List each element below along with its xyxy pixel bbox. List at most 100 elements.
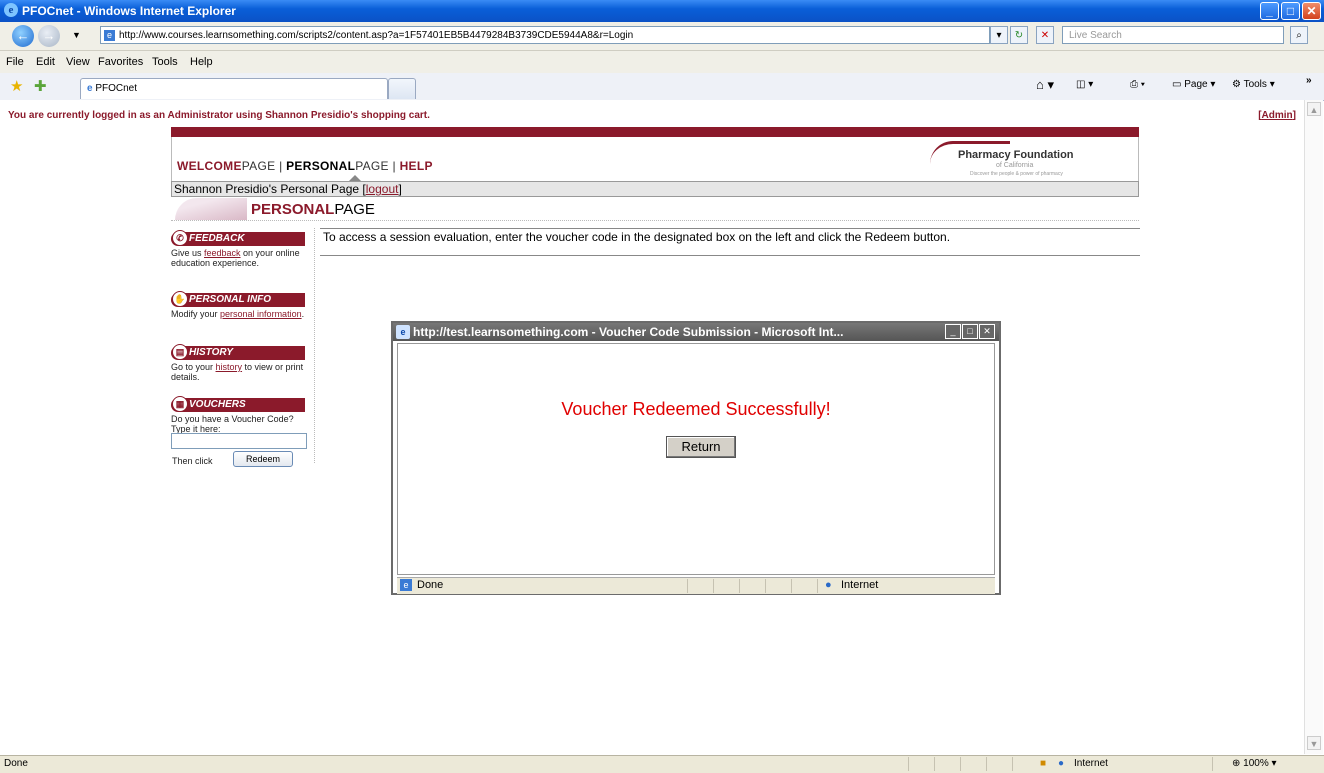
page-menu[interactable]: ▭ Page ▾ xyxy=(1172,79,1215,90)
voucher-popup-window: e http://test.learnsomething.com - Vouch… xyxy=(391,321,1001,595)
book-icon: ▤ xyxy=(172,344,188,360)
popup-status-bar: e Done ● Internet xyxy=(397,577,995,594)
favorites-star-icon[interactable]: ★ xyxy=(10,77,23,95)
feedback-text: Give us feedback on your online educatio… xyxy=(171,248,305,268)
tab-bar: ★ ✚ e PFOCnet ⌂ ▾ ◫ ▾ ⎙ ▾ ▭ Page ▾ ⚙ Too… xyxy=(0,73,1324,101)
personal-info-link[interactable]: personal information xyxy=(220,309,302,319)
sidebar-history: ▤ HISTORY Go to your history to view or p… xyxy=(171,344,305,382)
redeem-button[interactable]: Redeem xyxy=(233,451,293,467)
maximize-button[interactable]: □ xyxy=(1281,2,1300,20)
then-click-label: Then click xyxy=(172,456,213,466)
vouchers-title: VOUCHERS xyxy=(189,399,246,410)
tab-pfocnet[interactable]: e PFOCnet xyxy=(80,78,388,99)
menu-view[interactable]: View xyxy=(66,56,90,68)
pharmacy-foundation-logo: Pharmacy Foundation of California Discov… xyxy=(928,141,1098,177)
logo-tagline: Discover the people & power of pharmacy xyxy=(970,171,1063,177)
search-icon[interactable]: ⌕ xyxy=(1290,26,1308,44)
nav-personal-light: PAGE xyxy=(355,159,389,173)
popup-titlebar: e http://test.learnsomething.com - Vouch… xyxy=(393,323,999,341)
personal-info-header: ✋ PERSONAL INFO xyxy=(171,291,305,307)
admin-link-wrap: [Admin] xyxy=(1258,110,1296,121)
history-header: ▤ HISTORY xyxy=(171,344,305,360)
return-button[interactable]: Return xyxy=(666,436,736,458)
scroll-up-icon[interactable]: ▲ xyxy=(1307,102,1321,116)
feedback-title: FEEDBACK xyxy=(189,233,245,244)
feedback-icon: ✆ xyxy=(172,230,188,246)
page-title-light: PAGE xyxy=(334,201,375,218)
personal-info-pre: Modify your xyxy=(171,309,221,319)
history-dropdown-icon[interactable]: ▼ xyxy=(72,30,81,40)
sidebar-personal-info: ✋ PERSONAL INFO Modify your personal info… xyxy=(171,291,305,319)
admin-notice-bar: You are currently logged in as an Admini… xyxy=(0,100,1304,126)
popup-status-zone: Internet xyxy=(841,579,879,591)
history-pre: Go to your xyxy=(171,362,216,372)
refresh-icon[interactable]: ↻ xyxy=(1010,26,1028,44)
close-button[interactable]: ✕ xyxy=(1302,2,1321,20)
address-dropdown-icon[interactable]: ▾ xyxy=(990,26,1008,44)
menu-edit[interactable]: Edit xyxy=(36,56,55,68)
feedback-link[interactable]: feedback xyxy=(204,248,241,258)
nav-separator: | xyxy=(279,159,283,173)
popup-title: http://test.learnsomething.com - Voucher… xyxy=(413,325,844,339)
window-titlebar: e PFOCnet - Windows Internet Explorer _ … xyxy=(0,0,1324,22)
forward-button[interactable]: → xyxy=(38,25,60,47)
page-scrollbar[interactable]: ▲ ▼ xyxy=(1304,100,1323,754)
hand-icon: ✋ xyxy=(172,291,188,307)
admin-message: You are currently logged in as an Admini… xyxy=(8,110,430,121)
print-icon[interactable]: ⎙ ▾ xyxy=(1130,79,1145,90)
address-toolbar: ← → ▼ e http://www.courses.learnsomethin… xyxy=(0,22,1324,51)
popup-status-done: Done xyxy=(417,579,444,591)
new-tab-button[interactable] xyxy=(388,78,416,99)
add-favorite-icon[interactable]: ✚ xyxy=(34,77,47,95)
menu-favorites[interactable]: Favorites xyxy=(98,56,143,68)
ie-icon: e xyxy=(4,3,18,17)
address-input[interactable]: e http://www.courses.learnsomething.com/… xyxy=(100,26,990,44)
user-bar-text: Shannon Presidio's Personal Page [ xyxy=(174,182,366,196)
instructions-text: To access a session evaluation, enter th… xyxy=(320,228,1140,256)
tools-menu[interactable]: ⚙ Tools ▾ xyxy=(1232,79,1275,90)
feeds-icon[interactable]: ◫ ▾ xyxy=(1076,79,1093,90)
feedback-pre: Give us xyxy=(171,248,205,258)
logo-name: Pharmacy Foundation xyxy=(958,149,1074,161)
page-menu-label: Page xyxy=(1184,79,1208,90)
tab-label: PFOCnet xyxy=(95,83,138,94)
personal-info-text: Modify your personal information. xyxy=(171,309,305,319)
sidebar-vouchers: ▦ VOUCHERS Do you have a Voucher Code? Ty… xyxy=(171,396,305,434)
admin-link[interactable]: Admin xyxy=(1262,110,1293,121)
minimize-button[interactable]: _ xyxy=(1260,2,1279,20)
menu-bar: File Edit View Favorites Tools Help xyxy=(0,51,1324,74)
popup-minimize-button[interactable]: _ xyxy=(945,324,961,339)
nav-welcome-page[interactable]: WELCOMEPAGE xyxy=(177,159,275,173)
sidebar-divider xyxy=(314,228,315,463)
personal-info-title: PERSONAL INFO xyxy=(189,294,272,305)
popup-globe-icon: ● xyxy=(825,579,832,591)
vouchers-text: Do you have a Voucher Code? Type it here… xyxy=(171,414,294,434)
search-input[interactable]: Live Search xyxy=(1062,26,1284,44)
scroll-down-icon[interactable]: ▼ xyxy=(1307,736,1321,750)
history-title: HISTORY xyxy=(189,347,234,358)
stop-icon[interactable]: ✕ xyxy=(1036,26,1054,44)
zoom-control[interactable]: ⊕ 100% ▾ xyxy=(1232,756,1277,772)
popup-page-icon: e xyxy=(400,579,412,591)
popup-blocker-icon[interactable]: ■ xyxy=(1040,756,1046,772)
history-text: Go to your history to view or print deta… xyxy=(171,362,305,382)
page-icon: e xyxy=(104,30,115,41)
voucher-code-input[interactable] xyxy=(171,433,307,449)
history-link[interactable]: history xyxy=(216,362,243,372)
popup-close-button[interactable]: ✕ xyxy=(979,324,995,339)
menu-tools[interactable]: Tools xyxy=(152,56,178,68)
menu-help[interactable]: Help xyxy=(190,56,213,68)
status-bar: Done ■ ● Internet ⊕ 100% ▾ xyxy=(0,755,1324,773)
toolbar-overflow-icon[interactable]: » xyxy=(1306,75,1312,86)
menu-file[interactable]: File xyxy=(6,56,24,68)
back-button[interactable]: ← xyxy=(12,25,34,47)
nav-help[interactable]: HELP xyxy=(400,159,433,173)
popup-maximize-button[interactable]: □ xyxy=(962,324,978,339)
home-icon[interactable]: ⌂ ▾ xyxy=(1036,77,1054,93)
vouchers-header: ▦ VOUCHERS xyxy=(171,396,305,412)
status-zone: Internet xyxy=(1074,758,1108,769)
nav-personal-page[interactable]: PERSONALPAGE xyxy=(286,159,389,173)
personal-info-post: . xyxy=(301,309,305,319)
logout-link[interactable]: logout xyxy=(366,182,399,196)
page-heading: PERSONALPAGE xyxy=(171,198,1139,221)
